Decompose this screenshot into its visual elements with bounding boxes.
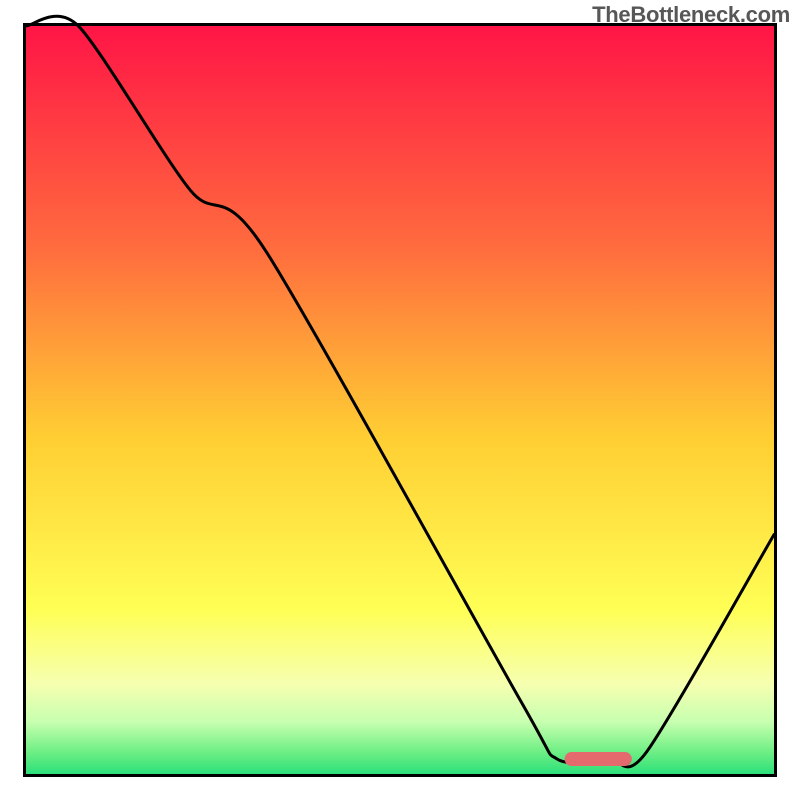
gradient-background bbox=[26, 26, 774, 774]
watermark-text: TheBottleneck.com bbox=[592, 2, 790, 28]
bottleneck-chart bbox=[0, 0, 800, 800]
optimal-marker bbox=[565, 752, 632, 766]
